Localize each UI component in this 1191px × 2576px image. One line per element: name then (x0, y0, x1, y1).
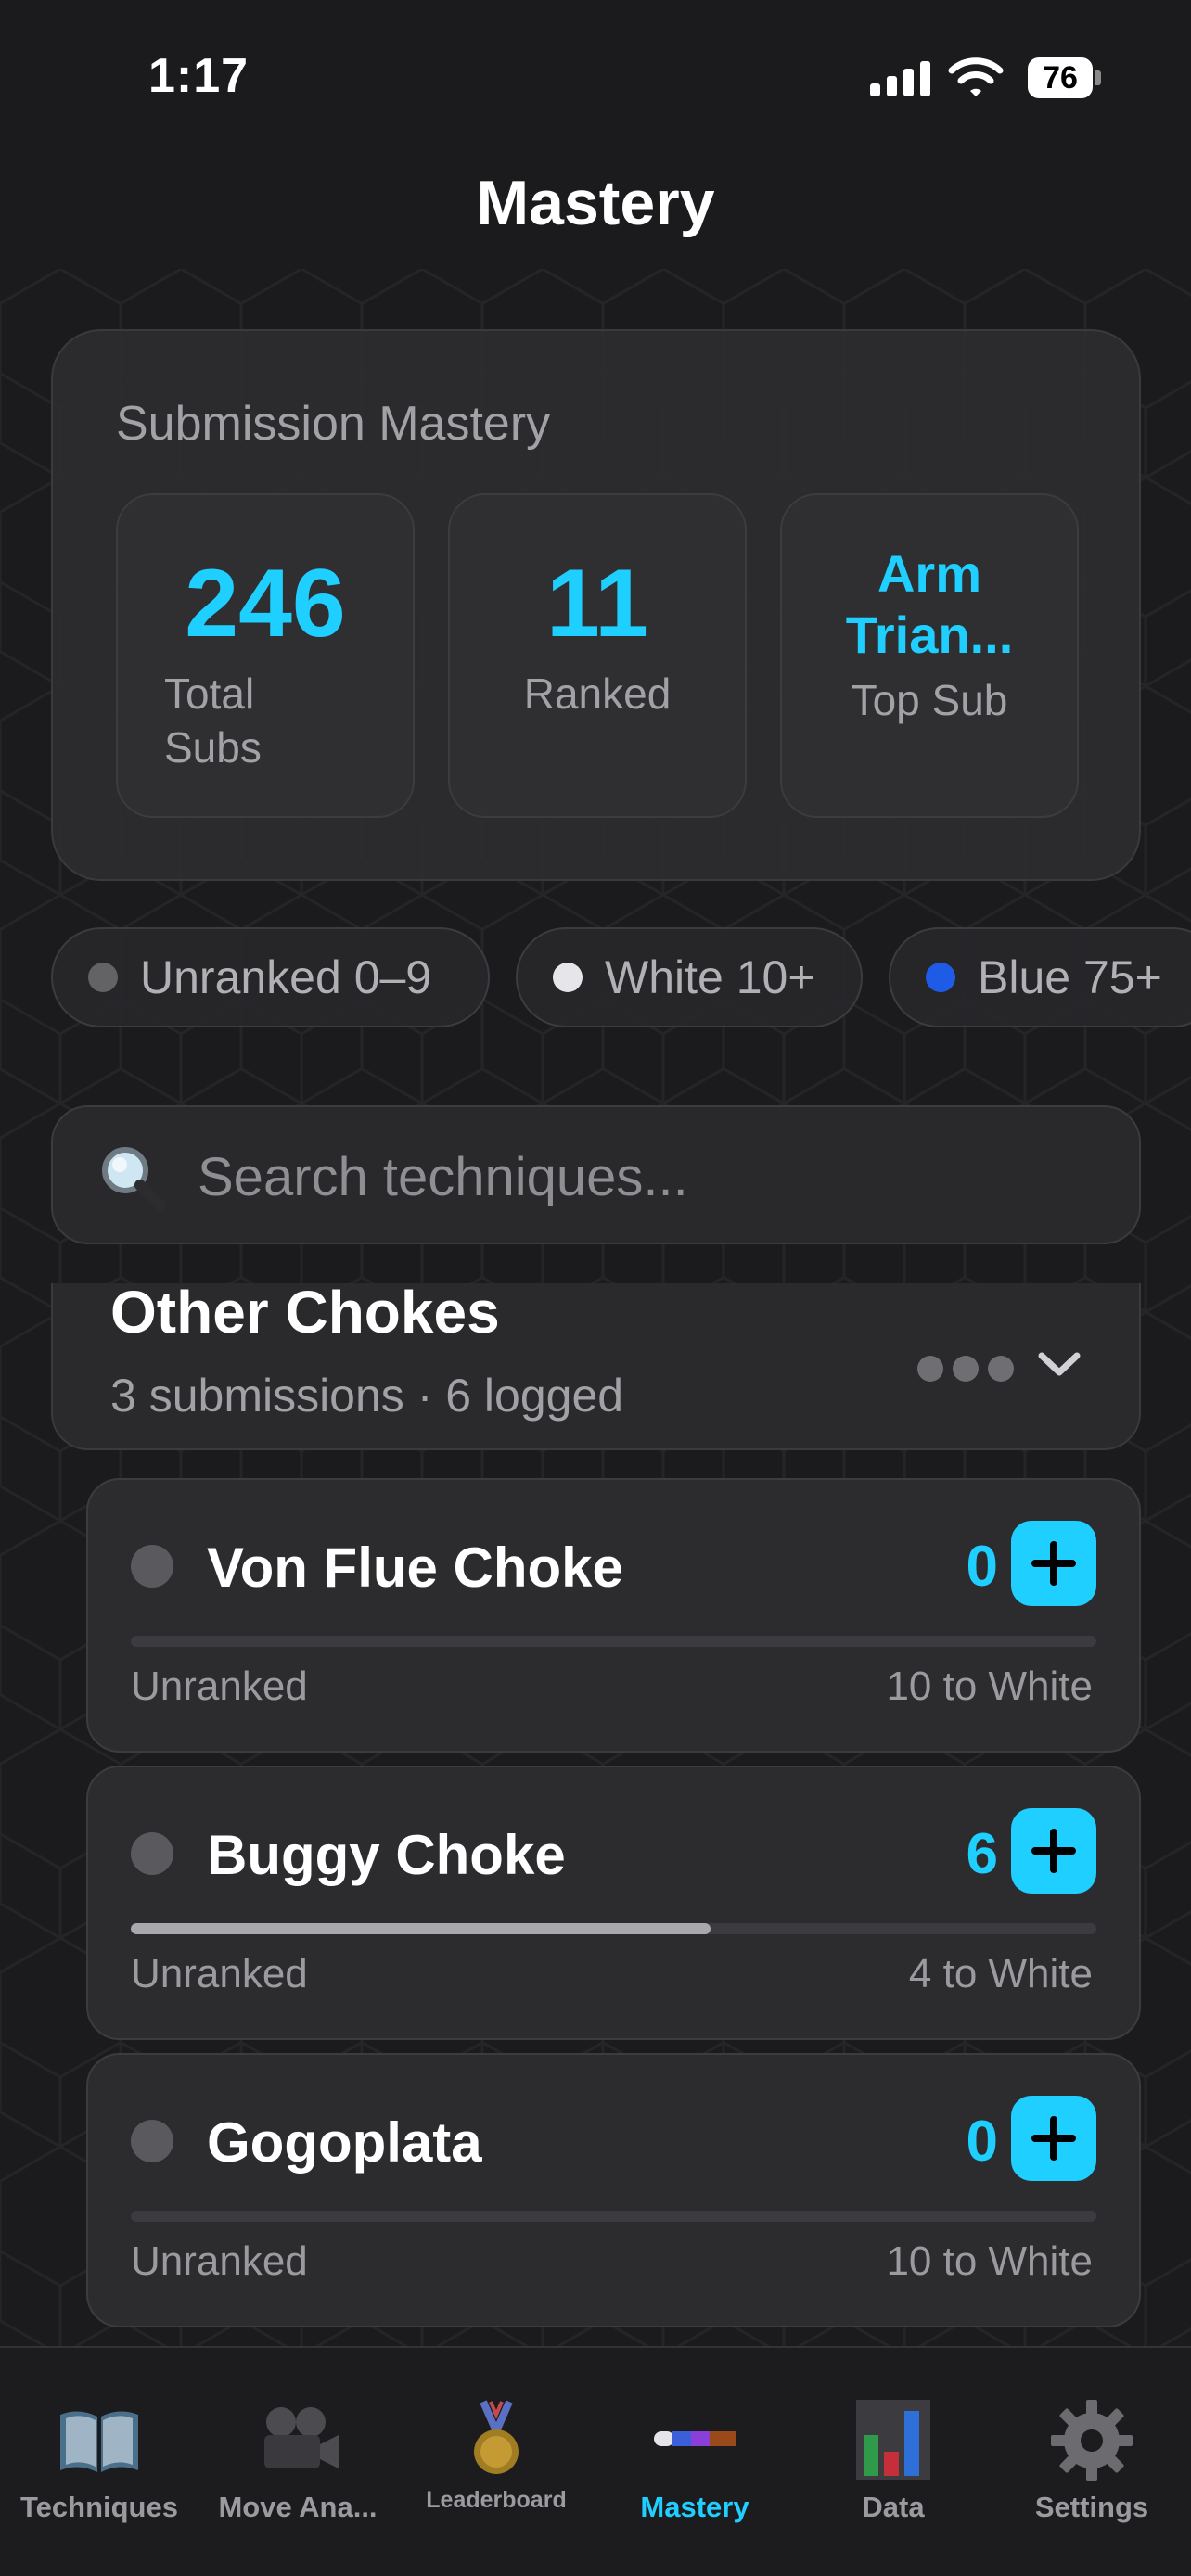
rank-dot-icon (131, 1832, 173, 1875)
stat-label: Ranked (523, 670, 672, 718)
stat-value: 246 (185, 550, 346, 657)
unranked-dot-icon (88, 963, 118, 992)
chip-blue[interactable]: Blue 75+ (889, 927, 1191, 1027)
battery-level: 76 (1028, 57, 1093, 98)
tab-data[interactable]: Data (794, 2348, 992, 2576)
category-meta: 3 submissions · 6 logged (110, 1370, 624, 1422)
stat-label: Total Subs (164, 670, 262, 772)
tab-label: Move Ana... (218, 2491, 378, 2523)
stat-total-subs: 246 Total Subs (116, 493, 415, 818)
technique-card[interactable]: Gogoplata 0 Unranked 10 to White (86, 2053, 1141, 2327)
plus-icon (1031, 1541, 1076, 1586)
book-icon (60, 2411, 138, 2472)
chip-label: Blue 75+ (978, 951, 1162, 1003)
battery-icon: 76 (1028, 57, 1102, 98)
white-dot-icon (553, 963, 583, 992)
technique-name: Buggy Choke (207, 1824, 566, 1886)
technique-rank: Unranked (131, 1664, 308, 1709)
technique-name: Gogoplata (207, 2111, 482, 2174)
technique-rank: Unranked (131, 2238, 308, 2284)
wifi-icon (948, 57, 1004, 96)
plus-icon (1031, 1829, 1076, 1873)
search-bar (51, 1105, 1141, 1244)
add-submission-button[interactable] (1011, 1808, 1096, 1894)
tab-label: Data (862, 2491, 925, 2523)
status-bar: 1:17 76 (0, 0, 1191, 158)
technique-name: Von Flue Choke (207, 1537, 623, 1599)
technique-card[interactable]: Von Flue Choke 0 Unranked 10 to White (86, 1478, 1141, 1753)
add-submission-button[interactable] (1011, 1521, 1096, 1606)
summary-title: Submission Mastery (116, 397, 551, 451)
technique-rank: Unranked (131, 1951, 308, 1996)
bar-chart-icon (856, 2400, 930, 2480)
rank-dot-icon (131, 1545, 173, 1588)
chip-unranked[interactable]: Unranked 0–9 (51, 927, 490, 1027)
cellular-signal-icon (870, 59, 930, 96)
tab-mastery[interactable]: Mastery (596, 2348, 794, 2576)
belt-bars-icon (654, 2431, 736, 2446)
tab-move-analysis[interactable]: Move Ana... (198, 2348, 397, 2576)
blue-dot-icon (926, 963, 955, 992)
film-camera-icon (264, 2407, 339, 2468)
progress-bar (131, 1636, 1096, 1647)
tab-settings[interactable]: Settings (992, 2348, 1191, 2576)
chip-label: Unranked 0–9 (140, 951, 432, 1003)
technique-count: 0 (966, 2110, 998, 2174)
tab-leaderboard[interactable]: Leaderboard (397, 2348, 596, 2576)
tab-label: Mastery (640, 2491, 749, 2523)
progress-bar (131, 2211, 1096, 2222)
technique-list[interactable]: Other Chokes 3 submissions · 6 logged Vo… (0, 1283, 1191, 2346)
search-icon (102, 1147, 166, 1211)
chevron-down-icon[interactable] (1036, 1346, 1082, 1384)
submission-mastery-card: Submission Mastery 246 Total Subs 11 Ran… (51, 329, 1141, 881)
stat-value: 11 (546, 550, 648, 657)
search-input[interactable] (198, 1135, 1088, 1218)
gear-icon (1051, 2400, 1133, 2481)
technique-next-rank: 10 to White (886, 1664, 1093, 1709)
category-title: Other Chokes (110, 1283, 500, 1345)
tab-techniques[interactable]: Techniques (0, 2348, 198, 2576)
technique-count: 0 (966, 1535, 998, 1599)
technique-count: 6 (966, 1822, 998, 1886)
plus-icon (1031, 2116, 1076, 2161)
technique-next-rank: 10 to White (886, 2238, 1093, 2284)
more-dots-icon[interactable] (917, 1356, 1014, 1382)
progress-bar (131, 1923, 1096, 1934)
add-submission-button[interactable] (1011, 2096, 1096, 2181)
stat-value: Arm Trian... (845, 544, 1014, 664)
page-title: Mastery (476, 168, 715, 238)
status-time: 1:17 (148, 49, 250, 103)
chip-white[interactable]: White 10+ (516, 927, 863, 1027)
chip-label: White 10+ (605, 951, 815, 1003)
tab-label: Settings (1034, 2491, 1149, 2523)
tab-bar: Techniques Move Ana... Leaderboard Maste… (0, 2346, 1191, 2576)
stat-label: Top Sub (851, 676, 1008, 724)
technique-next-rank: 4 to White (908, 1951, 1093, 1996)
rank-legend: Unranked 0–9 White 10+ Blue 75+ (51, 927, 1191, 1029)
tab-label: Leaderboard (426, 2487, 567, 2513)
technique-card[interactable]: Buggy Choke 6 Unranked 4 to White (86, 1766, 1141, 2040)
tab-label: Techniques (20, 2491, 178, 2523)
medal-icon (474, 2400, 519, 2474)
category-header-other-chokes[interactable]: Other Chokes 3 submissions · 6 logged (51, 1283, 1141, 1450)
stat-ranked: 11 Ranked (448, 493, 747, 818)
rank-dot-icon (131, 2120, 173, 2162)
stat-top-sub: Arm Trian... Top Sub (780, 493, 1079, 818)
